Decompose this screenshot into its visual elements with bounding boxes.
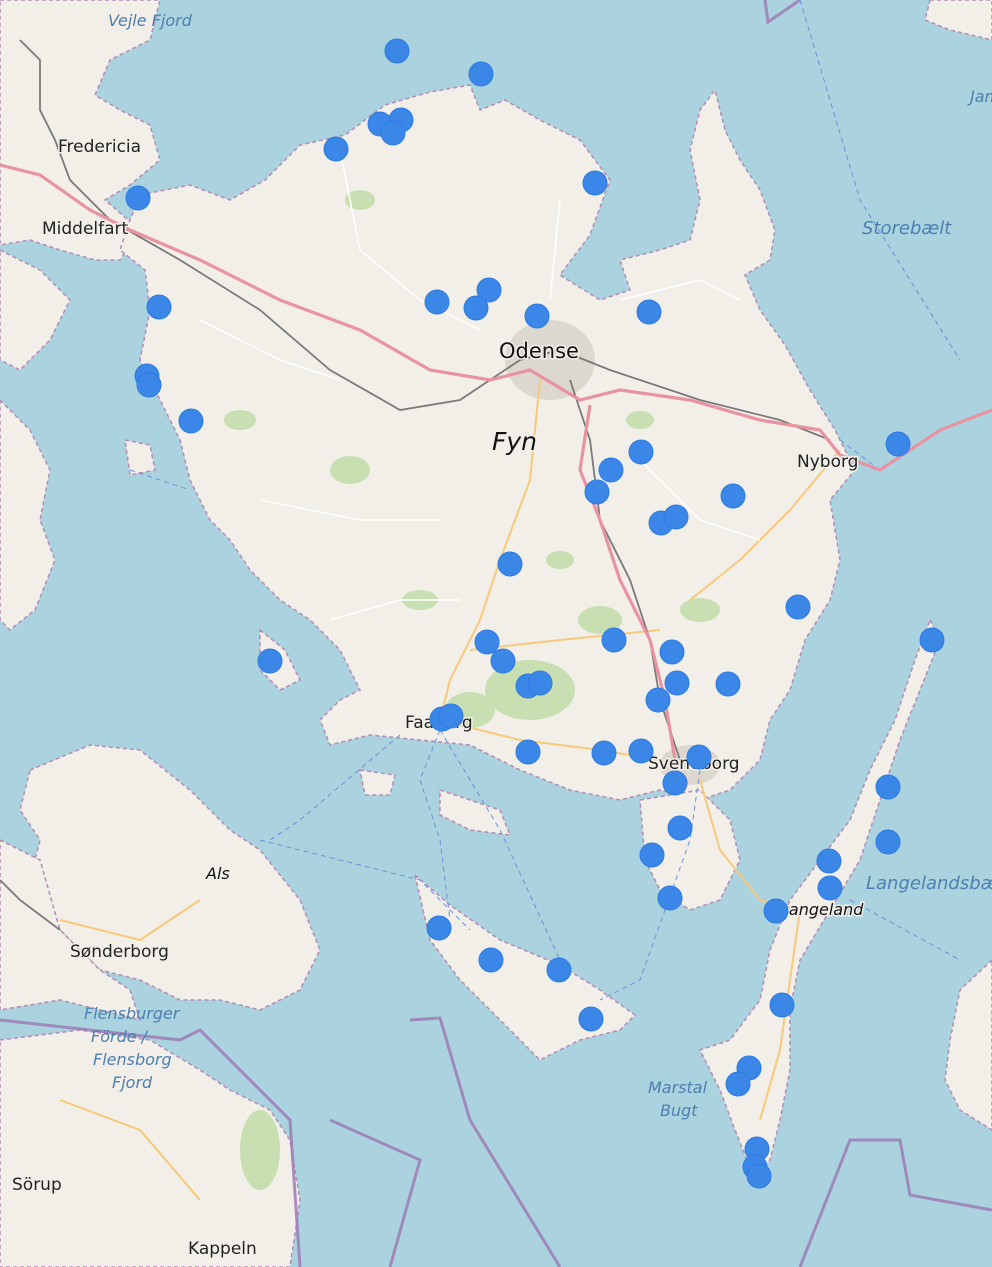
map-marker[interactable]: [584, 479, 610, 505]
map-marker[interactable]: [639, 842, 665, 868]
label-flensburg-2: Förde /: [91, 1027, 149, 1046]
lyoe-land: [358, 769, 396, 796]
map-marker[interactable]: [497, 551, 523, 577]
label-storebaelt: Storebælt: [862, 218, 952, 239]
map-marker[interactable]: [384, 38, 410, 64]
map-marker[interactable]: [463, 295, 489, 321]
map-marker[interactable]: [875, 829, 901, 855]
map-marker[interactable]: [524, 303, 550, 329]
label-marstal: Marstal: [648, 1078, 708, 1097]
map-canvas[interactable]: Vejle Fjord Fredericia Middelfart Odense…: [0, 0, 992, 1267]
map-marker[interactable]: [426, 915, 452, 941]
map-marker[interactable]: [515, 739, 541, 765]
map-marker[interactable]: [380, 120, 406, 146]
map-marker[interactable]: [817, 875, 843, 901]
label-flensburg-1: Flensburger: [84, 1004, 181, 1023]
map-marker[interactable]: [816, 848, 842, 874]
map-marker[interactable]: [628, 738, 654, 764]
label-jammerland: Jam: [967, 87, 992, 106]
label-flensburg-4: Fjord: [112, 1073, 153, 1092]
map-marker[interactable]: [725, 1071, 751, 1097]
map-marker[interactable]: [478, 947, 504, 973]
label-fredericia: Fredericia: [58, 137, 141, 157]
map-marker[interactable]: [659, 639, 685, 665]
map-marker[interactable]: [438, 703, 464, 729]
label-vejle-fjord: Vejle Fjord: [108, 11, 193, 30]
map-marker[interactable]: [598, 457, 624, 483]
label-langeland: Langeland: [780, 900, 864, 919]
map-marker[interactable]: [885, 431, 911, 457]
label-marstal-bugt: Bugt: [660, 1101, 698, 1120]
map-marker[interactable]: [769, 992, 795, 1018]
map-marker[interactable]: [663, 504, 689, 530]
label-flensburg-3: Flensborg: [93, 1050, 172, 1069]
map-marker[interactable]: [468, 61, 494, 87]
map-marker[interactable]: [601, 627, 627, 653]
map-marker[interactable]: [578, 1006, 604, 1032]
label-fyn: Fyn: [492, 427, 537, 456]
map-marker[interactable]: [136, 372, 162, 398]
label-sonderborg: Sønderborg: [70, 942, 169, 962]
map-marker[interactable]: [125, 185, 151, 211]
map-marker[interactable]: [474, 629, 500, 655]
label-nyborg: Nyborg: [797, 452, 858, 472]
map-marker[interactable]: [527, 670, 553, 696]
map-marker[interactable]: [257, 648, 283, 674]
map-marker[interactable]: [628, 439, 654, 465]
label-odense: Odense: [499, 339, 579, 363]
map-marker[interactable]: [875, 774, 901, 800]
map-marker[interactable]: [664, 670, 690, 696]
map-marker[interactable]: [686, 744, 712, 770]
label-langelandsbaelt: Langelandsbælt: [866, 873, 992, 894]
label-sorup: Sörup: [12, 1175, 62, 1195]
map-marker[interactable]: [720, 483, 746, 509]
label-als: Als: [205, 864, 230, 883]
map-marker[interactable]: [146, 294, 172, 320]
map-marker[interactable]: [746, 1163, 772, 1189]
map-marker[interactable]: [645, 687, 671, 713]
map-marker[interactable]: [323, 136, 349, 162]
map-marker[interactable]: [636, 299, 662, 325]
map-marker[interactable]: [667, 815, 693, 841]
label-middelfart: Middelfart: [42, 219, 129, 239]
map-marker[interactable]: [178, 408, 204, 434]
map-marker[interactable]: [715, 671, 741, 697]
map-marker[interactable]: [662, 770, 688, 796]
map-marker[interactable]: [657, 885, 683, 911]
map-marker[interactable]: [919, 627, 945, 653]
map-marker[interactable]: [582, 170, 608, 196]
map-marker[interactable]: [546, 957, 572, 983]
map-marker[interactable]: [591, 740, 617, 766]
map-marker[interactable]: [490, 648, 516, 674]
map-marker[interactable]: [763, 898, 789, 924]
map-marker[interactable]: [785, 594, 811, 620]
map-marker[interactable]: [424, 289, 450, 315]
map-view[interactable]: Vejle Fjord Fredericia Middelfart Odense…: [0, 0, 992, 1267]
label-kappeln: Kappeln: [188, 1239, 257, 1259]
